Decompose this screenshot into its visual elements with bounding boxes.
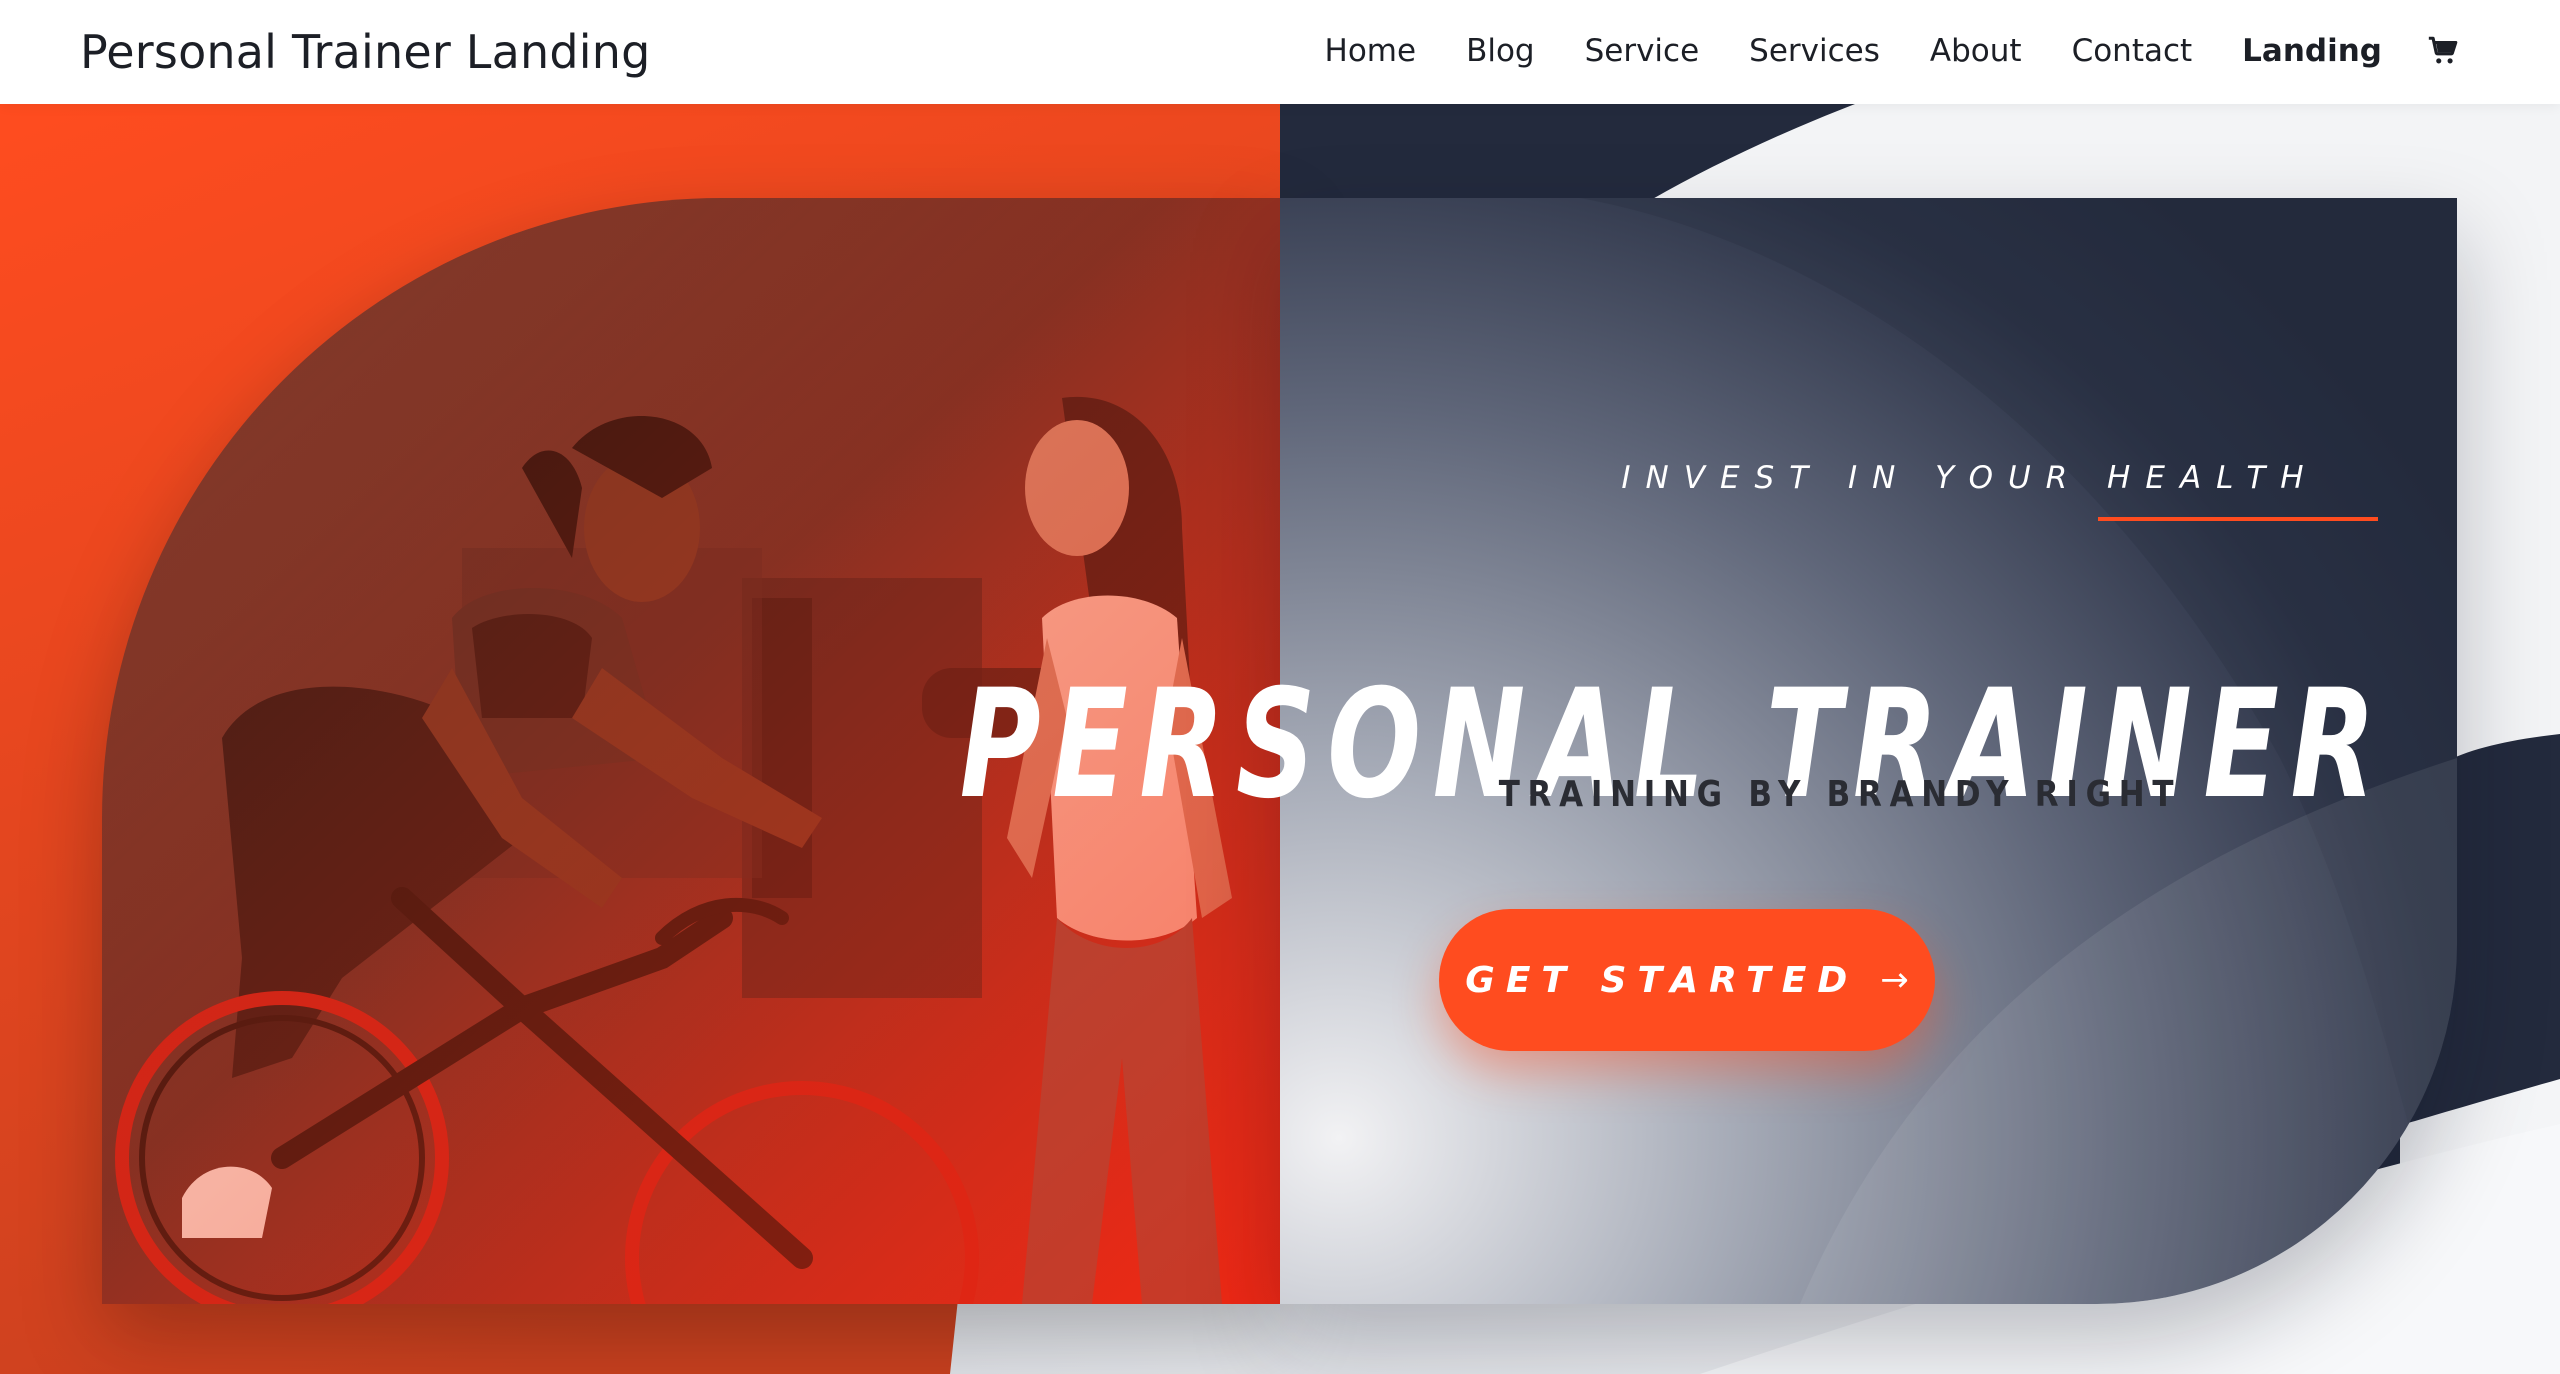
hero-eyebrow: INVEST IN YOUR HEALTH bbox=[1621, 460, 2319, 496]
nav-blog[interactable]: Blog bbox=[1466, 28, 1535, 74]
eyebrow-underline bbox=[2098, 517, 2378, 521]
nav-home[interactable]: Home bbox=[1325, 28, 1417, 74]
get-started-button[interactable]: GET STARTED → bbox=[1439, 909, 1935, 1051]
nav-landing[interactable]: Landing bbox=[2242, 28, 2382, 74]
site-header: Personal Trainer Landing Home Blog Servi… bbox=[0, 0, 2560, 104]
nav-about[interactable]: About bbox=[1930, 28, 2022, 74]
get-started-label: GET STARTED bbox=[1465, 959, 1859, 1001]
nav-contact[interactable]: Contact bbox=[2072, 28, 2193, 74]
arrow-right-icon: → bbox=[1880, 960, 1909, 1000]
main-nav: Home Blog Service Services About Contact… bbox=[1325, 26, 2460, 76]
hero-section: INVEST IN YOUR HEALTH PERSONAL TRAINER T… bbox=[0, 104, 2560, 1374]
shopping-cart-icon[interactable] bbox=[2426, 34, 2460, 68]
hero-subhead: TRAINING BY BRANDY RIGHT bbox=[1498, 774, 2182, 815]
site-title[interactable]: Personal Trainer Landing bbox=[80, 24, 650, 80]
nav-services[interactable]: Services bbox=[1749, 28, 1880, 74]
nav-service[interactable]: Service bbox=[1585, 28, 1700, 74]
